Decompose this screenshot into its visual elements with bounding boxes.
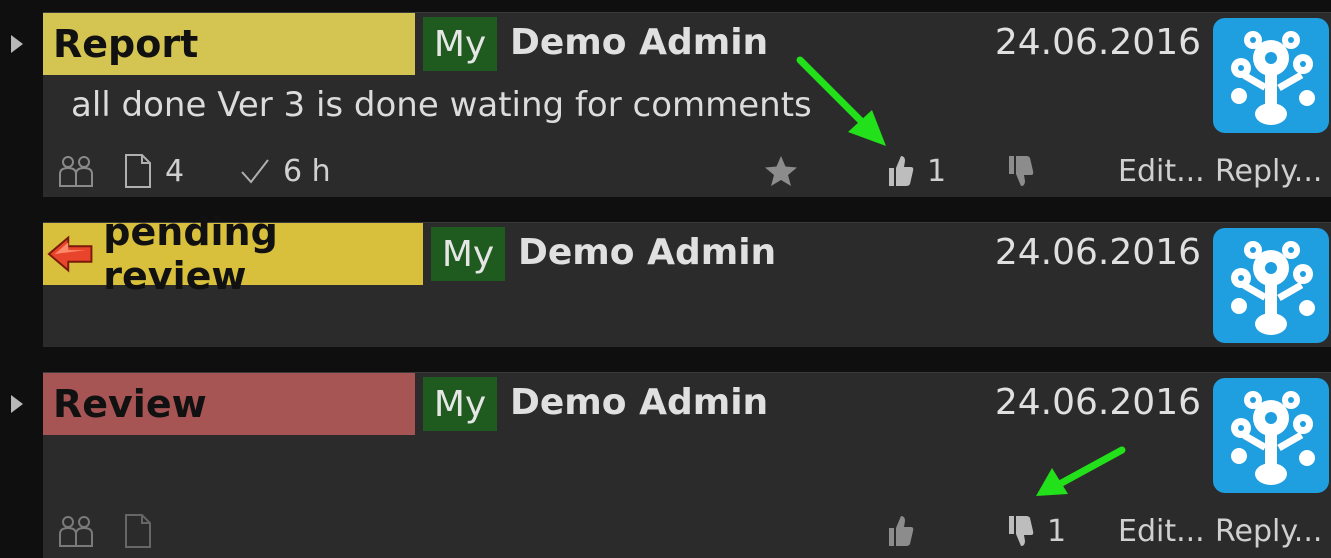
message-row: Review My Demo Admin 24.06.2016 1 Edit..… — [11, 372, 1331, 558]
tag-my: My — [423, 377, 497, 431]
status-text: pending review — [103, 210, 278, 298]
reply-link[interactable]: Reply... — [1215, 148, 1322, 194]
post-date: 24.06.2016 — [994, 232, 1201, 273]
avatar — [1213, 228, 1329, 343]
status-label: Report — [43, 13, 415, 75]
status-label: Review — [43, 373, 415, 435]
time-value: 6 h — [283, 153, 331, 189]
author-name[interactable]: Demo Admin — [510, 19, 768, 67]
message-text: all done Ver 3 is done wating for commen… — [71, 85, 812, 125]
left-arrow-icon — [47, 235, 93, 273]
avatar-logo-icon — [1231, 391, 1315, 485]
message-footer: 1 Edit... Reply... — [43, 508, 1331, 554]
thumbs-down-icon — [1009, 516, 1034, 546]
attachments-count: 4 — [165, 153, 185, 189]
avatar-logo-icon — [1231, 31, 1315, 125]
reply-link[interactable]: Reply... — [1215, 508, 1322, 554]
avatar — [1213, 378, 1329, 493]
edit-link[interactable]: Edit... — [1118, 508, 1205, 554]
document-icon — [125, 154, 151, 188]
expand-arrow-icon[interactable] — [9, 35, 25, 53]
like-button[interactable] — [885, 508, 915, 554]
attachments[interactable]: 4 — [123, 148, 184, 194]
document-icon[interactable] — [123, 508, 153, 554]
tag-my: My — [423, 17, 497, 71]
dislike-button[interactable] — [1005, 148, 1035, 194]
dislike-button[interactable]: 1 — [1005, 508, 1066, 554]
thumbs-up-icon — [889, 516, 914, 546]
avatar-logo-icon — [1231, 241, 1315, 335]
message-row: Report My Demo Admin 24.06.2016 all done… — [11, 12, 1331, 197]
like-count: 1 — [927, 153, 947, 189]
message-footer: 4 6 h 1 Edit... Reply... — [43, 148, 1331, 194]
people-icon[interactable] — [57, 508, 95, 554]
like-button[interactable]: 1 — [885, 148, 946, 194]
post-date: 24.06.2016 — [994, 382, 1201, 423]
avatar — [1213, 18, 1329, 133]
author-name[interactable]: Demo Admin — [510, 379, 768, 427]
checkmark-icon — [241, 159, 269, 184]
expand-arrow-icon[interactable] — [9, 395, 25, 413]
status-label: pending review — [43, 210, 423, 298]
star-icon[interactable] — [763, 148, 799, 194]
message-row: pending review My Demo Admin 24.06.2016 — [43, 210, 1331, 347]
people-icon[interactable] — [57, 148, 95, 194]
dislike-count: 1 — [1047, 513, 1067, 549]
post-date: 24.06.2016 — [994, 22, 1201, 63]
tag-my: My — [431, 227, 505, 281]
edit-link[interactable]: Edit... — [1118, 148, 1205, 194]
thumbs-down-icon — [1009, 156, 1034, 186]
time-spent[interactable]: 6 h — [239, 148, 331, 194]
author-name[interactable]: Demo Admin — [518, 229, 776, 277]
thumbs-up-icon — [889, 156, 914, 186]
